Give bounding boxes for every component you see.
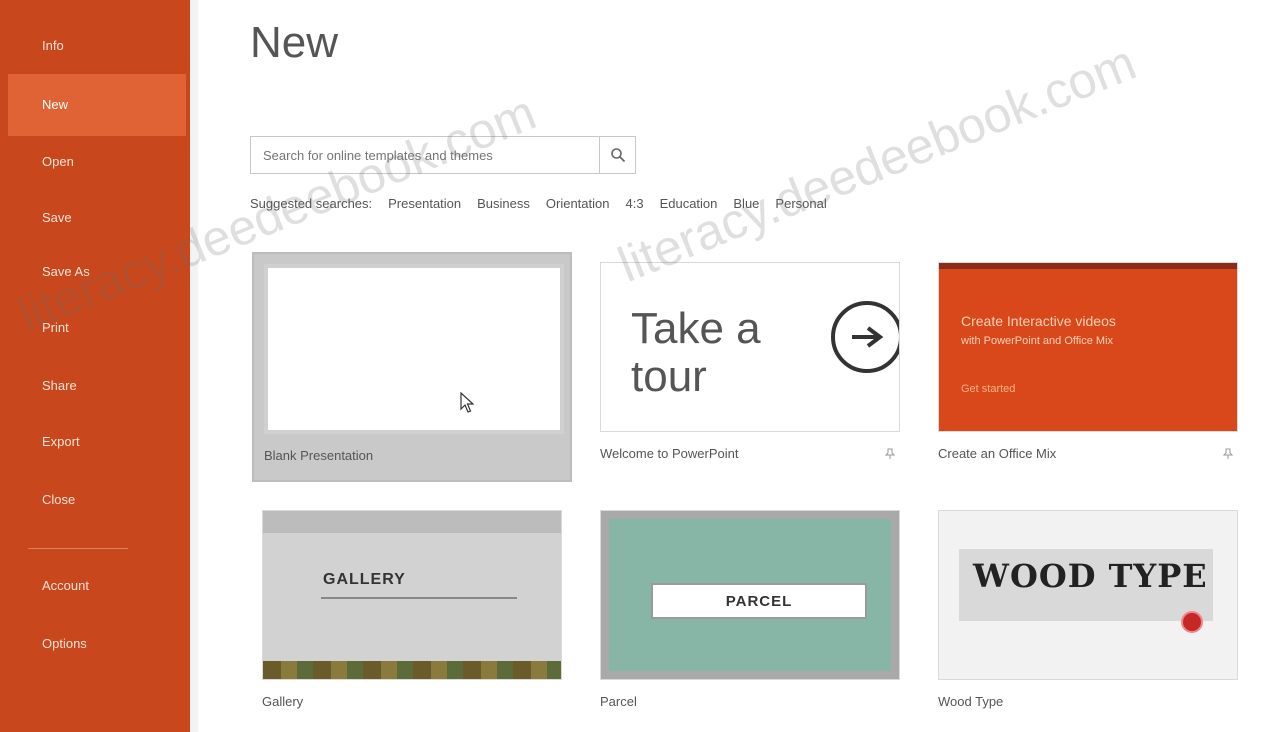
suggested-personal[interactable]: Personal <box>775 196 826 211</box>
nav-item-options[interactable]: Options <box>8 624 186 664</box>
suggested-education[interactable]: Education <box>660 196 718 211</box>
template-thumbnail <box>264 264 564 434</box>
suggested-blue[interactable]: Blue <box>733 196 759 211</box>
suggested-4-3[interactable]: 4:3 <box>625 196 643 211</box>
pin-icon[interactable] <box>884 448 896 463</box>
take-a-tour-text: Take a tour <box>631 304 761 401</box>
parcel-background: PARCEL <box>609 519 891 671</box>
mix-thumb-title: Create Interactive videos <box>961 313 1116 329</box>
arrow-right-circle-icon <box>831 301 899 373</box>
nav-item-account[interactable]: Account <box>8 566 186 606</box>
nav-item-share[interactable]: Share <box>8 366 186 406</box>
nav-item-print[interactable]: Print <box>8 308 186 348</box>
wood-badge <box>1181 611 1203 633</box>
gallery-rule <box>321 597 517 599</box>
template-thumbnail: GALLERY <box>262 510 562 680</box>
template-caption: Parcel <box>600 694 637 709</box>
wood-thumb-title: WOOD TYPE <box>973 557 1208 595</box>
template-welcome-to-powerpoint[interactable]: Take a tour Welcome to PowerPoint <box>590 252 910 482</box>
template-create-office-mix[interactable]: Create Interactive videos with PowerPoin… <box>928 252 1248 482</box>
template-caption: Wood Type <box>938 694 1004 709</box>
template-parcel[interactable]: PARCEL Parcel <box>590 500 910 730</box>
suggested-orientation[interactable]: Orientation <box>546 196 610 211</box>
mix-thumb-link: Get started <box>961 383 1016 395</box>
search-icon <box>610 148 625 163</box>
search-button[interactable] <box>600 136 636 174</box>
gallery-band <box>263 511 561 533</box>
sidebar-divider <box>190 0 198 732</box>
suggested-business[interactable]: Business <box>477 196 530 211</box>
search-input[interactable] <box>250 136 600 174</box>
pin-icon[interactable] <box>1222 448 1234 463</box>
template-thumbnail: Create Interactive videos with PowerPoin… <box>938 262 1238 432</box>
mouse-pointer-icon <box>460 392 474 413</box>
backstage-sidebar: Info New Open Save Save As Print Share E… <box>0 0 190 732</box>
suggested-searches: Suggested searches: Presentation Busines… <box>250 196 827 211</box>
template-thumbnail: Take a tour <box>600 262 900 432</box>
template-blank-presentation[interactable]: Blank Presentation <box>252 252 572 482</box>
template-caption: Gallery <box>262 694 304 709</box>
gallery-thumb-title: GALLERY <box>323 571 406 588</box>
template-caption: Blank Presentation <box>264 448 374 463</box>
template-thumbnail: WOOD TYPE <box>938 510 1238 680</box>
template-caption: Create an Office Mix <box>938 446 1057 461</box>
mix-thumb-subtitle: with PowerPoint and Office Mix <box>961 335 1114 347</box>
nav-item-save-as[interactable]: Save As <box>8 252 186 292</box>
template-caption: Welcome to PowerPoint <box>600 446 739 461</box>
template-thumbnail: PARCEL <box>600 510 900 680</box>
page-title: New <box>250 18 339 67</box>
gallery-photo-strip <box>263 661 561 679</box>
nav-separator <box>28 548 128 549</box>
parcel-thumb-title: PARCEL <box>651 583 867 619</box>
nav-item-save[interactable]: Save <box>8 198 186 238</box>
nav-item-open[interactable]: Open <box>8 142 186 182</box>
template-gallery[interactable]: GALLERY Gallery <box>252 500 572 730</box>
thumbnail-top-bar <box>939 263 1237 269</box>
suggested-presentation[interactable]: Presentation <box>388 196 461 211</box>
nav-item-export[interactable]: Export <box>8 422 186 462</box>
nav-item-close[interactable]: Close <box>8 480 186 520</box>
suggested-searches-label: Suggested searches: <box>250 196 373 211</box>
nav-item-new[interactable]: New <box>8 74 186 136</box>
template-wood-type[interactable]: WOOD TYPE Wood Type <box>928 500 1248 730</box>
nav-item-info[interactable]: Info <box>8 26 186 66</box>
